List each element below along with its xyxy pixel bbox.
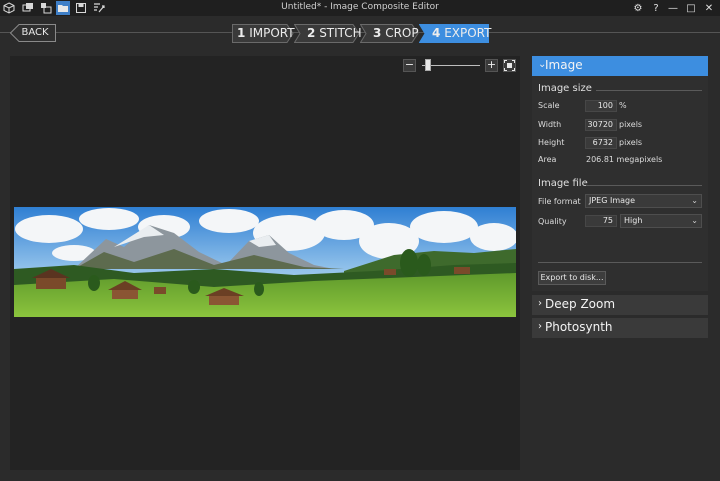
area-label: Area [538, 155, 557, 164]
step-stitch-number: 2 [307, 26, 316, 40]
step-import-label: IMPORT [249, 26, 295, 40]
divider [586, 185, 702, 186]
deep-zoom-section-header[interactable]: › Deep Zoom [532, 295, 708, 315]
quality-input[interactable]: 75 [585, 215, 617, 227]
photosynth-section-header[interactable]: › Photosynth [532, 318, 708, 338]
scale-input[interactable]: 100 [585, 100, 617, 112]
scale-label: Scale [538, 101, 560, 110]
deep-zoom-title: Deep Zoom [545, 297, 616, 311]
file-format-select[interactable]: JPEG Image ⌄ [585, 194, 702, 208]
close-button[interactable]: ✕ [702, 1, 716, 15]
step-navigation: BACK 1 IMPORT 2 STITCH 3 CROP 4 EXPORT [0, 16, 720, 50]
chevron-down-icon: ⌄ [691, 196, 698, 205]
settings-gear-icon[interactable]: ⚙ [631, 1, 645, 15]
zoom-slider-thumb[interactable] [424, 59, 431, 71]
width-input[interactable]: 30720 [585, 119, 617, 131]
width-unit: pixels [619, 120, 643, 129]
step-crop[interactable]: 3 CROP [360, 24, 419, 43]
width-label: Width [538, 120, 562, 129]
maximize-button[interactable]: □ [684, 1, 698, 15]
photosynth-title: Photosynth [545, 320, 613, 334]
step-stitch-label: STITCH [319, 26, 362, 40]
zoom-out-button[interactable]: − [403, 59, 416, 72]
image-size-heading: Image size [538, 83, 592, 94]
image-file-heading: Image file [538, 178, 588, 189]
file-format-label: File format [538, 197, 581, 206]
step-crop-label: CROP [385, 26, 419, 40]
export-to-disk-button[interactable]: Export to disk... [538, 271, 606, 285]
chevron-right-icon: › [538, 298, 542, 309]
step-export[interactable]: 4 EXPORT [419, 24, 492, 43]
quality-label: Quality [538, 217, 567, 226]
step-export-number: 4 [432, 26, 441, 40]
step-export-label: EXPORT [444, 26, 492, 40]
fit-to-window-icon[interactable] [503, 59, 516, 72]
help-icon[interactable]: ? [649, 1, 663, 15]
divider [538, 262, 702, 263]
chevron-down-icon: ⌄ [691, 216, 698, 225]
quality-preset-value: High [624, 216, 643, 225]
back-label: BACK [21, 27, 49, 38]
window-title: Untitled* - Image Composite Editor [281, 2, 439, 12]
minimize-button[interactable]: — [666, 1, 680, 15]
height-unit: pixels [619, 138, 643, 147]
image-section-body: Image size Scale 100 % Width 30720 pixel… [532, 76, 708, 291]
back-button[interactable]: BACK [10, 24, 56, 42]
step-crop-number: 3 [373, 26, 382, 40]
preview-canvas[interactable]: − + [10, 56, 520, 470]
divider [596, 90, 702, 91]
height-label: Height [538, 138, 565, 147]
step-stitch[interactable]: 2 STITCH [294, 24, 362, 43]
height-input[interactable]: 6732 [585, 137, 617, 149]
step-import[interactable]: 1 IMPORT [232, 24, 295, 43]
file-format-value: JPEG Image [589, 196, 636, 205]
image-section-title: Image [545, 58, 583, 72]
scale-unit: % [619, 101, 627, 110]
image-section-header[interactable]: ⌄ Image [532, 56, 708, 76]
title-bar: Untitled* - Image Composite Editor ⚙ ? —… [0, 0, 720, 16]
step-import-number: 1 [237, 26, 246, 40]
chevron-right-icon: › [538, 321, 542, 332]
panorama-preview-image [14, 207, 516, 317]
zoom-in-button[interactable]: + [485, 59, 498, 72]
quality-preset-select[interactable]: High ⌄ [620, 214, 702, 228]
area-value: 206.81 megapixels [586, 155, 663, 164]
